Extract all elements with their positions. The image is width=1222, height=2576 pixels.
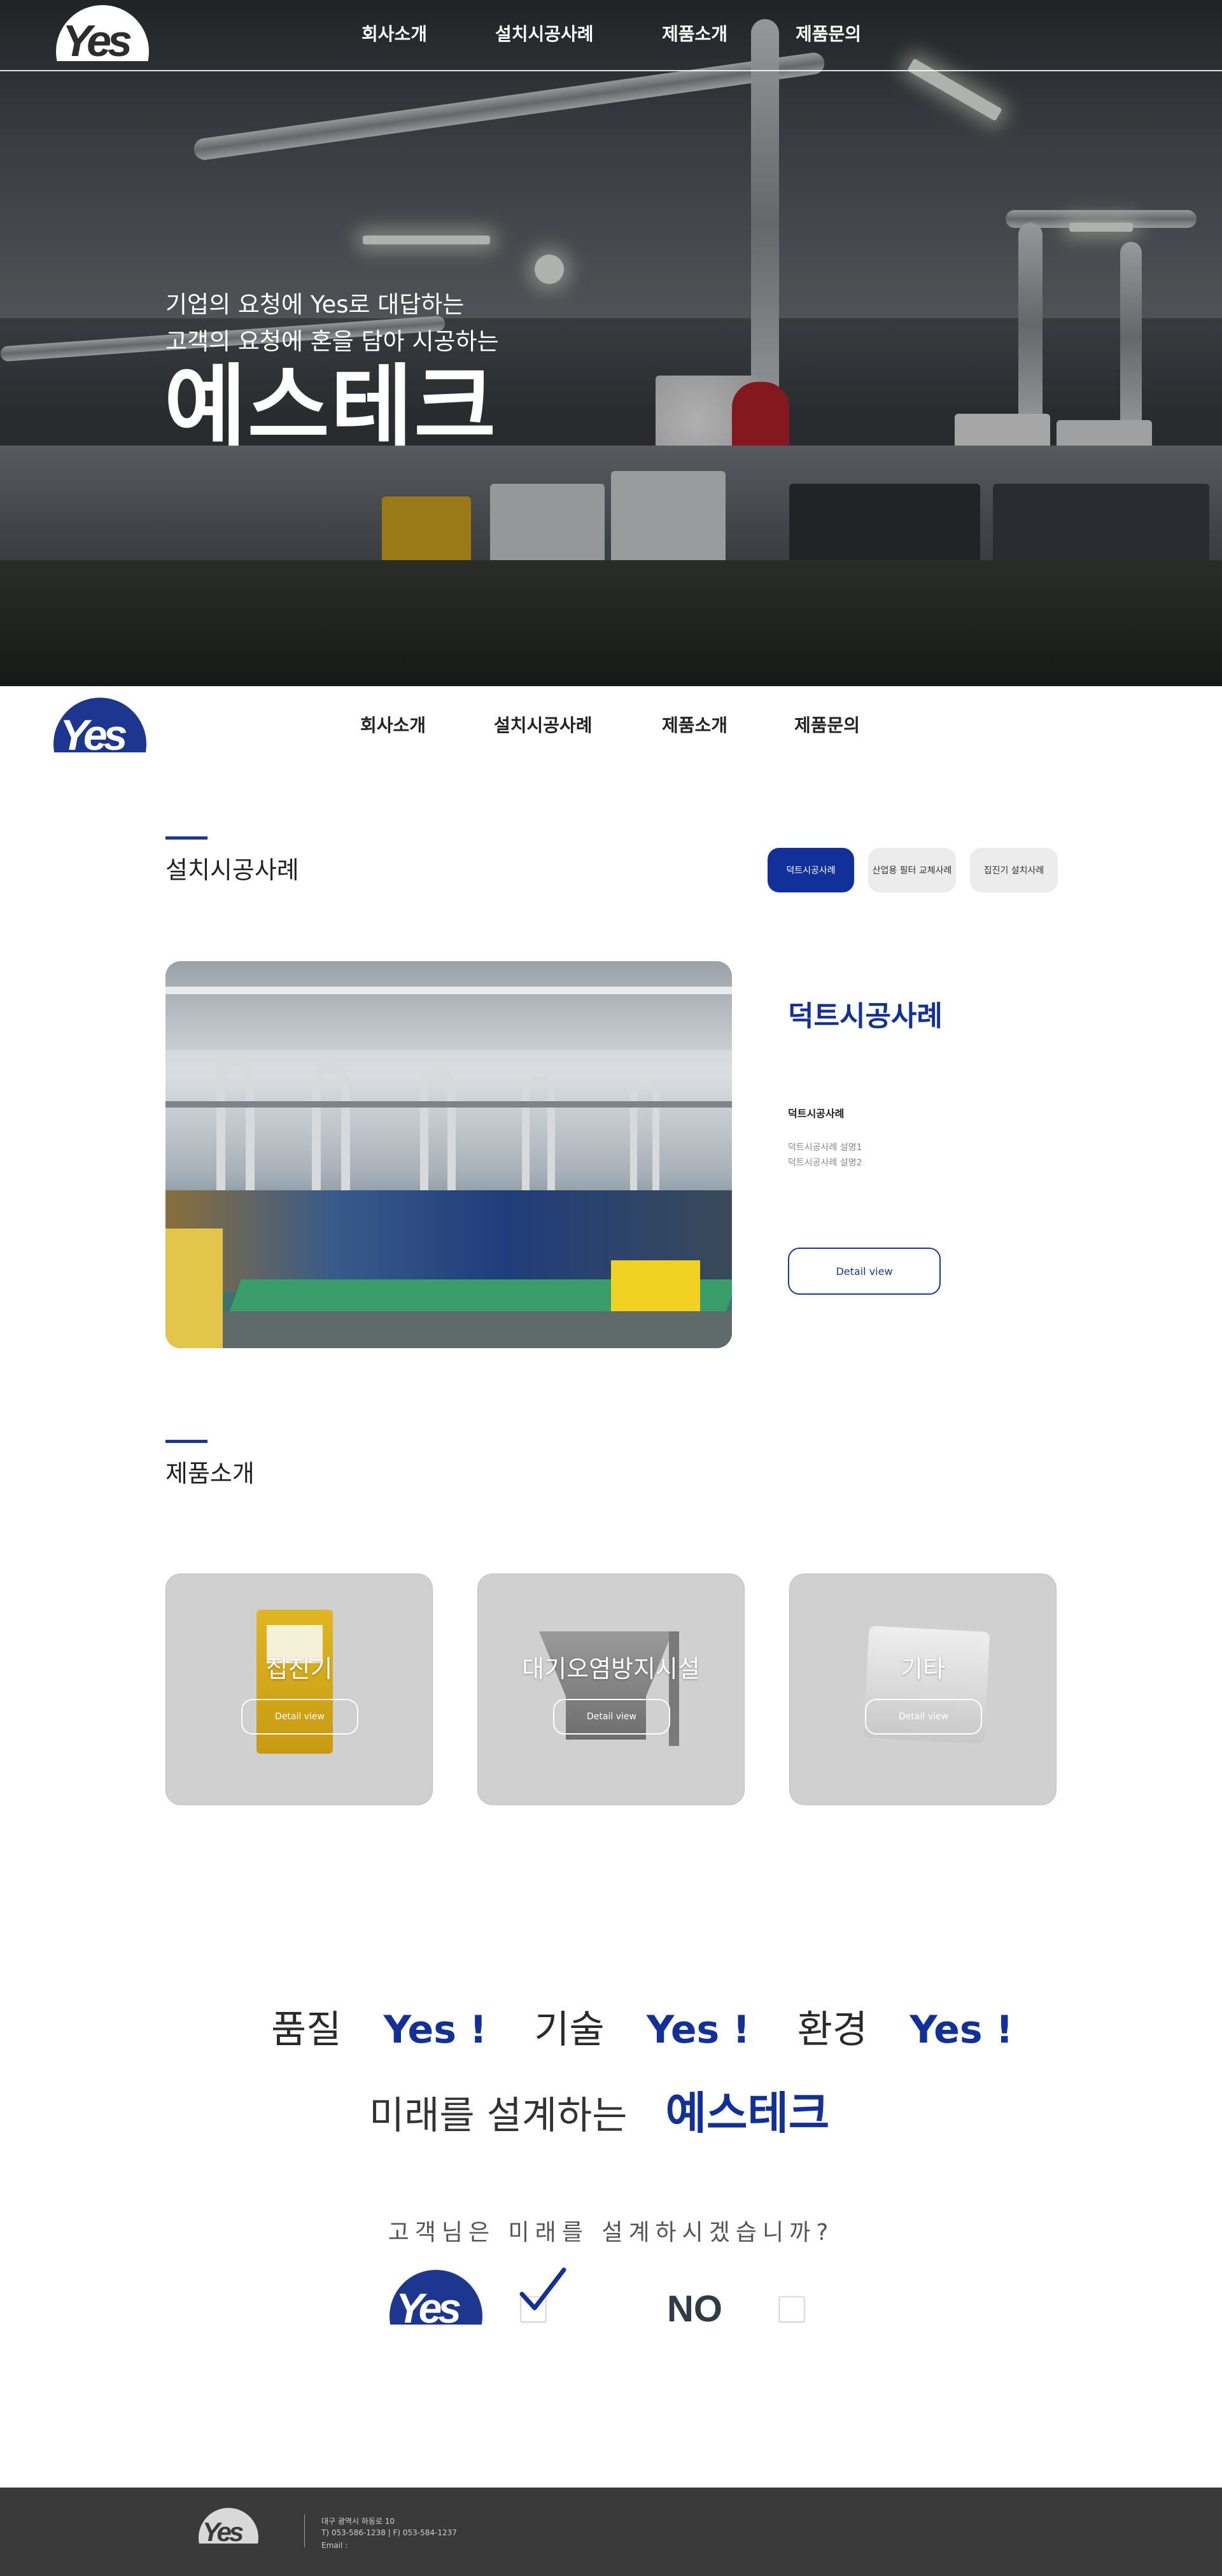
- hero-title: 예스테크: [164, 355, 498, 459]
- logo-text: Yes: [396, 2284, 461, 2325]
- product-card-air-pollution-system[interactable]: 대기오염방지시설 Detail view: [477, 1573, 745, 1805]
- sticky-navigation: Yes 회사소개 설치시공사례 제품소개 제품문의: [0, 686, 1222, 752]
- logo-text: Yes: [60, 711, 127, 752]
- product-card-dust-collector[interactable]: 집진기 Detail view: [165, 1573, 433, 1805]
- section-accent-bar: [165, 1440, 207, 1443]
- top-navigation: Yes 회사소개 설치시공사례 제품소개 제품문의: [0, 0, 1222, 71]
- hero-tagline-1: 기업의 요청에 Yes로 대답하는: [165, 291, 465, 318]
- footer-address: 대구 광역시 하동로 10: [321, 2517, 395, 2526]
- product-detail-button[interactable]: Detail view: [865, 1699, 982, 1735]
- case-detail-button[interactable]: Detail view: [788, 1248, 941, 1295]
- slogan-future: 미래를 설계하는: [369, 2094, 628, 2138]
- slogan-yes-1: Yes !: [383, 2008, 488, 2052]
- nav-item-inquiry[interactable]: 제품문의: [796, 20, 861, 46]
- logo-text: Yes: [62, 16, 132, 66]
- footer-phone: T) 053-586-1238 | F) 053-584-1237: [321, 2528, 457, 2537]
- nav-item-about[interactable]: 회사소개: [360, 712, 426, 737]
- no-checkbox[interactable]: [779, 2297, 804, 2322]
- nav-item-products[interactable]: 제품소개: [662, 712, 727, 737]
- nav-item-about[interactable]: 회사소개: [362, 20, 427, 46]
- tab-collector-cases[interactable]: 집진기 설치사례: [970, 848, 1058, 892]
- nav-item-products[interactable]: 제품소개: [662, 20, 727, 46]
- survey-question: 고객님은 미래를 설계하시겠습니까?: [388, 2220, 834, 2246]
- checkmark-icon: [519, 2267, 566, 2311]
- product-name: 집진기: [265, 1655, 333, 1683]
- product-name: 기타: [901, 1655, 945, 1683]
- footer-email: Email :: [321, 2541, 348, 2550]
- product-detail-button[interactable]: Detail view: [553, 1699, 670, 1735]
- no-option-label: NO: [667, 2288, 722, 2330]
- tab-filter-cases[interactable]: 산업용 필터 교체사례: [868, 848, 956, 892]
- slogan-word-environment: 환경: [797, 2008, 868, 2052]
- slogan-word-tech: 기술: [534, 2008, 605, 2052]
- product-name: 대기오염방지시설: [522, 1655, 700, 1683]
- section-title-products: 제품소개: [165, 1460, 255, 1488]
- logo[interactable]: Yes: [56, 5, 149, 66]
- slogan-word-quality: 품질: [271, 2008, 342, 2052]
- nav-item-cases[interactable]: 설치시공사례: [494, 712, 593, 737]
- hero-tagline-2: 고객의 요청에 혼을 담아 시공하는: [165, 328, 499, 355]
- product-card-etc[interactable]: 기타 Detail view: [789, 1573, 1057, 1805]
- nav-item-inquiry[interactable]: 제품문의: [794, 712, 860, 737]
- slogan-line-1: 품질 Yes ! 기술 Yes ! 환경 Yes !: [271, 1999, 1013, 2054]
- product-detail-button[interactable]: Detail view: [241, 1699, 358, 1735]
- yes-option-logo[interactable]: Yes: [390, 2270, 482, 2325]
- footer-logo[interactable]: Yes: [199, 2508, 258, 2544]
- section-title-cases: 설치시공사례: [165, 856, 299, 884]
- case-subtitle: 덕트시공사례: [788, 1108, 845, 1120]
- slogan-yes-2: Yes !: [646, 2008, 750, 2052]
- case-photo: [165, 961, 732, 1348]
- section-accent-bar: [165, 836, 207, 840]
- case-description-2: 덕트시공사례 설명2: [788, 1158, 862, 1168]
- case-description-1: 덕트시공사례 설명1: [788, 1143, 862, 1153]
- slogan-yes-3: Yes !: [909, 2008, 1013, 2052]
- logo[interactable]: Yes: [53, 698, 146, 752]
- tab-duct-cases[interactable]: 덕트시공사례: [768, 848, 854, 892]
- slogan-line-2: 미래를 설계하는 예스테크: [369, 2078, 829, 2142]
- case-title: 덕트시공사례: [788, 1000, 943, 1032]
- hero-section: Yes 회사소개 설치시공사례 제품소개 제품문의 기업의 요청에 Yes로 대…: [0, 0, 1222, 686]
- footer: Yes 대구 광역시 하동로 10 T) 053-586-1238 | F) 0…: [0, 2488, 1222, 2576]
- slogan-brand: 예스테크: [665, 2087, 830, 2139]
- nav-item-cases[interactable]: 설치시공사례: [495, 20, 594, 46]
- footer-divider: [304, 2514, 305, 2547]
- logo-text: Yes: [202, 2517, 244, 2544]
